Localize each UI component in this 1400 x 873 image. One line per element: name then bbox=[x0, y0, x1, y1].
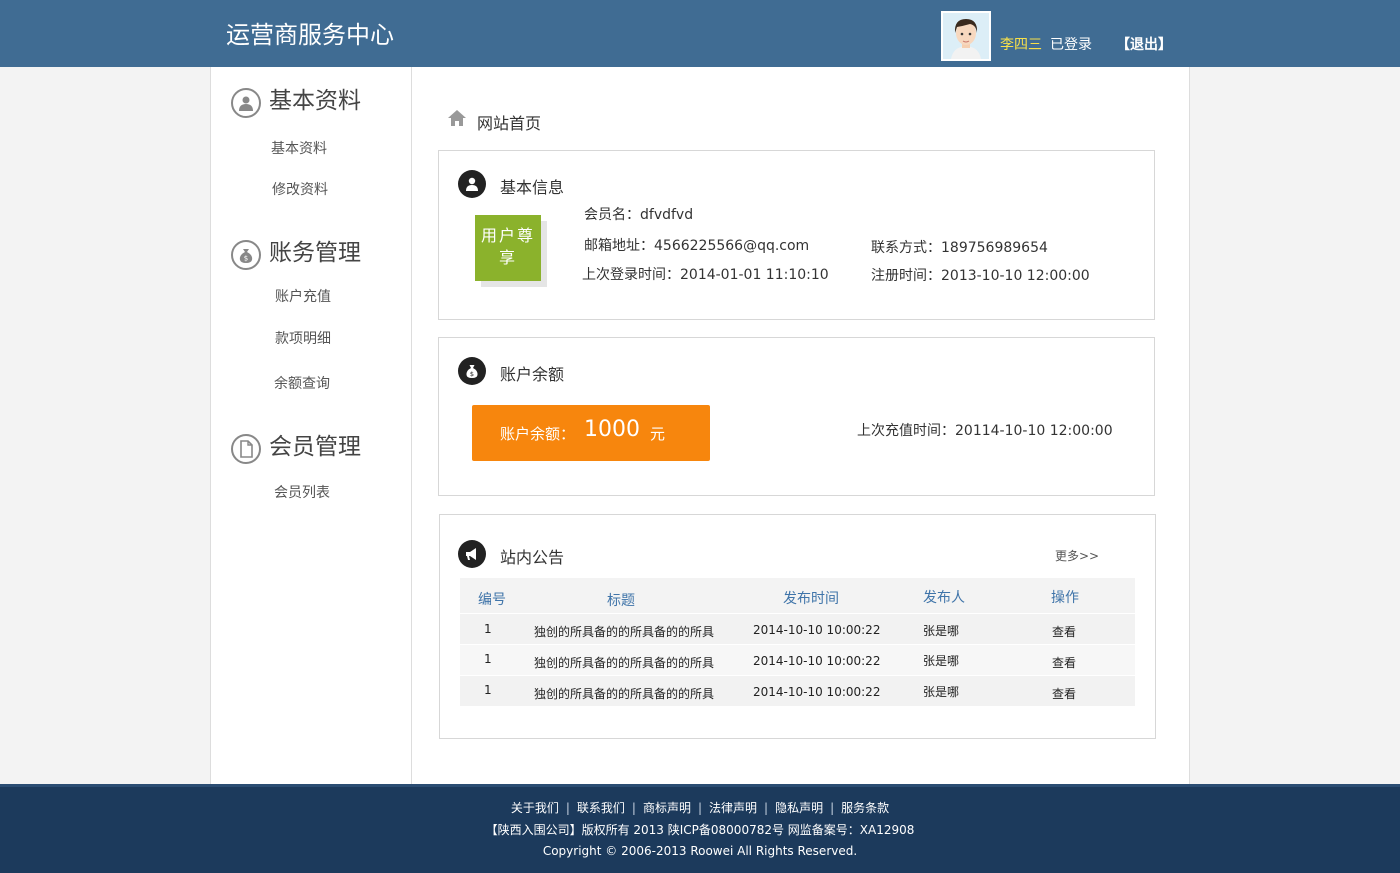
footer: 关于我们 | 联系我们 | 商标声明 | 法律声明 | 隐私声明 | 服务条款 【陕西入围公司】版权… bbox=[0, 784, 1400, 873]
view-link[interactable]: 查看 bbox=[1052, 685, 1076, 702]
row-id: 1 bbox=[484, 683, 492, 697]
row-title[interactable]: 独创的所具备的的所具备的的所具 bbox=[534, 685, 714, 702]
view-link[interactable]: 查看 bbox=[1052, 654, 1076, 671]
sidebar-group-title: 会员管理 bbox=[269, 434, 361, 460]
footer-link-privacy[interactable]: 隐私声明 bbox=[775, 801, 823, 815]
sidebar: 基本资料 基本资料 修改资料 $ 账务管理 账户充值 款项明细 余额查询 会员管… bbox=[211, 67, 412, 784]
footer-link-contact[interactable]: 联系我们 bbox=[577, 801, 625, 815]
user-icon bbox=[231, 88, 261, 118]
sidebar-item-recharge[interactable]: 账户充值 bbox=[275, 286, 331, 306]
email-address: 邮箱地址：4566225566@qq.com bbox=[584, 238, 810, 254]
footer-link-about[interactable]: 关于我们 bbox=[511, 801, 559, 815]
column-header: 操作 bbox=[1051, 590, 1079, 606]
vip-badge: 用户尊享 bbox=[475, 215, 541, 281]
money-bag-icon: $ bbox=[231, 240, 261, 270]
footer-copyright-en: Copyright © 2006-2013 Roowei All Rights … bbox=[542, 844, 858, 858]
balance-box: 账户余额： 1000 元 bbox=[472, 405, 710, 461]
view-link[interactable]: 查看 bbox=[1052, 623, 1076, 640]
sidebar-item-balance-query[interactable]: 余额查询 bbox=[274, 373, 330, 393]
column-header: 发布人 bbox=[923, 590, 965, 606]
row-time: 2014-10-10 10:00:22 bbox=[753, 654, 881, 668]
notices-panel: 站内公告 更多>> 编号 标题 发布时间 发布人 操作 1 独创的所具备的的所具… bbox=[439, 514, 1156, 739]
balance-unit: 元 bbox=[650, 425, 666, 443]
footer-link-legal[interactable]: 法律声明 bbox=[709, 801, 757, 815]
sidebar-item-edit-info[interactable]: 修改资料 bbox=[272, 179, 328, 199]
last-recharge-time: 上次充值时间：20114-10-10 12:00:00 bbox=[857, 423, 1113, 439]
table-row: 1 独创的所具备的的所具备的的所具 2014-10-10 10:00:22 张是… bbox=[460, 644, 1135, 675]
footer-separator: | bbox=[764, 801, 769, 815]
top-header: 运营商服务中心 李四三 已登录 【退出】 bbox=[0, 0, 1400, 67]
sidebar-item-member-list[interactable]: 会员列表 bbox=[274, 482, 330, 502]
register-time: 注册时间：2013-10-10 12:00:00 bbox=[871, 268, 1090, 284]
svg-text:$: $ bbox=[244, 255, 248, 263]
site-title: 运营商服务中心 bbox=[226, 21, 394, 49]
user-icon bbox=[458, 170, 486, 198]
sidebar-group-title: 账务管理 bbox=[269, 240, 361, 266]
footer-separator: | bbox=[830, 801, 835, 815]
column-header: 发布时间 bbox=[783, 591, 839, 607]
avatar-portrait-icon bbox=[943, 13, 989, 59]
content-area: 网站首页 基本信息 用户尊享 会员名：dfvdfvd 邮箱地址：45662255… bbox=[413, 67, 1190, 784]
home-icon[interactable] bbox=[447, 109, 467, 131]
main-frame: 基本资料 基本资料 修改资料 $ 账务管理 账户充值 款项明细 余额查询 会员管… bbox=[210, 67, 1190, 784]
login-status: 已登录 bbox=[1050, 37, 1092, 53]
row-time: 2014-10-10 10:00:22 bbox=[753, 623, 881, 637]
row-time: 2014-10-10 10:00:22 bbox=[753, 685, 881, 699]
footer-link-terms[interactable]: 服务条款 bbox=[841, 801, 889, 815]
user-avatar[interactable] bbox=[941, 11, 991, 61]
breadcrumb[interactable]: 网站首页 bbox=[477, 110, 541, 134]
panel-title: 基本信息 bbox=[500, 178, 565, 197]
row-author: 张是哪 bbox=[923, 654, 960, 668]
svg-text:$: $ bbox=[470, 370, 474, 378]
logout-link[interactable]: 【退出】 bbox=[1116, 34, 1172, 54]
balance-label: 账户余额： bbox=[500, 425, 576, 443]
footer-separator: | bbox=[565, 801, 570, 815]
balance-amount: 1000 bbox=[584, 417, 640, 442]
panel-title: 站内公告 bbox=[500, 548, 565, 567]
more-link[interactable]: 更多>> bbox=[1055, 547, 1099, 564]
footer-copyright-cn: 【陕西入围公司】版权所有 2013 陕ICP备08000782号 网监备案号：X… bbox=[485, 823, 915, 837]
table-row: 1 独创的所具备的的所具备的的所具 2014-10-10 10:00:22 张是… bbox=[460, 613, 1135, 644]
row-id: 1 bbox=[484, 652, 492, 666]
footer-link-trademark[interactable]: 商标声明 bbox=[643, 801, 691, 815]
megaphone-icon bbox=[458, 540, 486, 568]
table-row: 1 独创的所具备的的所具备的的所具 2014-10-10 10:00:22 张是… bbox=[460, 675, 1135, 706]
last-login-time: 上次登录时间：2014-01-01 11:10:10 bbox=[582, 267, 829, 283]
money-bag-icon: $ bbox=[458, 357, 486, 385]
footer-separator: | bbox=[697, 801, 703, 815]
member-name: 会员名：dfvdfvd bbox=[584, 207, 694, 223]
notices-table: 编号 标题 发布时间 发布人 操作 1 独创的所具备的的所具备的的所具 2014… bbox=[460, 578, 1135, 706]
document-icon bbox=[231, 434, 261, 464]
table-header: 编号 标题 发布时间 发布人 操作 bbox=[460, 578, 1135, 613]
row-title[interactable]: 独创的所具备的的所具备的的所具 bbox=[534, 623, 714, 640]
row-author: 张是哪 bbox=[923, 624, 960, 638]
basic-info-panel: 基本信息 用户尊享 会员名：dfvdfvd 邮箱地址：4566225566@qq… bbox=[438, 150, 1155, 320]
sidebar-item-payment-details[interactable]: 款项明细 bbox=[275, 328, 331, 348]
sidebar-item-basic-info[interactable]: 基本资料 bbox=[271, 138, 327, 158]
row-author: 张是哪 bbox=[923, 685, 960, 699]
row-id: 1 bbox=[484, 622, 492, 636]
sidebar-group-title: 基本资料 bbox=[269, 88, 361, 114]
column-header: 标题 bbox=[607, 593, 635, 609]
user-name: 李四三 bbox=[1000, 37, 1042, 53]
row-title[interactable]: 独创的所具备的的所具备的的所具 bbox=[534, 654, 714, 671]
panel-title: 账户余额 bbox=[500, 365, 565, 384]
footer-separator: | bbox=[631, 801, 636, 815]
balance-panel: $ 账户余额 账户余额： 1000 元 上次充值时间：20114-10-10 1… bbox=[438, 337, 1155, 496]
footer-links: 关于我们 | 联系我们 | 商标声明 | 法律声明 | 隐私声明 | 服务条款 bbox=[0, 799, 1400, 816]
column-header: 编号 bbox=[478, 592, 506, 608]
contact-phone: 联系方式：189756989654 bbox=[871, 240, 1048, 256]
